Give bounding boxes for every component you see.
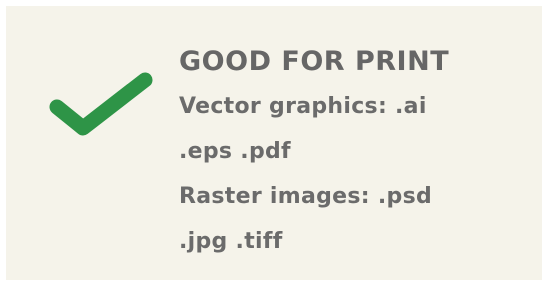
checkmark-icon <box>49 72 153 136</box>
card-title: GOOD FOR PRINT <box>179 46 450 77</box>
text-line-raster-formats: .jpg .tiff <box>179 229 283 254</box>
info-card: GOOD FOR PRINT Vector graphics: .ai .eps… <box>6 6 542 280</box>
text-line-vector-formats: .eps .pdf <box>179 139 291 164</box>
text-line-raster: Raster images: .psd <box>179 184 433 209</box>
text-block: GOOD FOR PRINT Vector graphics: .ai .eps… <box>179 40 539 264</box>
text-line-vector: Vector graphics: .ai <box>179 94 427 119</box>
